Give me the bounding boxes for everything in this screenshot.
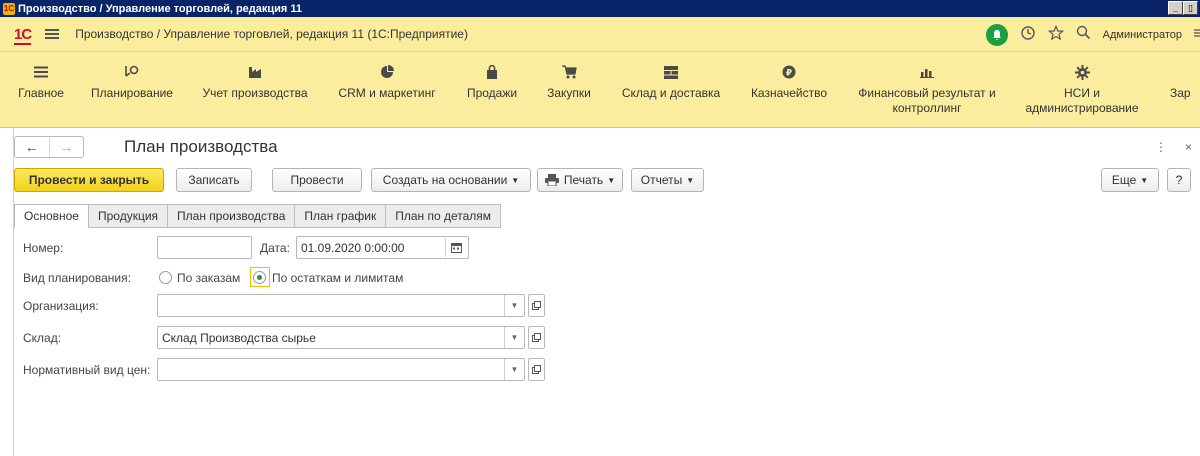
- forward-button[interactable]: →: [48, 137, 84, 157]
- window-title: Производство / Управление торговлей, ред…: [18, 2, 303, 15]
- chevron-down-icon: ▼: [607, 175, 616, 185]
- sections-panel: Главное Планирование Учет производства C…: [0, 52, 1200, 128]
- radio-by-stock-limits[interactable]: [253, 271, 266, 284]
- section-treasury[interactable]: ₽ Казначейство: [748, 62, 830, 101]
- calendar-icon[interactable]: [445, 238, 467, 257]
- section-warehouse-delivery[interactable]: Склад и доставка: [618, 62, 724, 101]
- section-production-accounting[interactable]: Учет производства: [200, 62, 310, 101]
- tab-plan-schedule[interactable]: План график: [295, 204, 387, 228]
- tab-production-plan[interactable]: План производства: [168, 204, 296, 228]
- current-user[interactable]: Администратор: [1103, 29, 1182, 41]
- print-button[interactable]: Печать ▼: [537, 168, 623, 192]
- planning-type-label: Вид планирования:: [23, 271, 131, 285]
- star-icon[interactable]: [1047, 24, 1064, 45]
- form-toolbar: Провести и закрыть Записать Провести Соз…: [14, 168, 1191, 194]
- tab-products[interactable]: Продукция: [88, 204, 169, 228]
- app-logo-icon: 1С: [3, 2, 15, 15]
- 1c-logo[interactable]: 1С: [14, 25, 32, 45]
- chevron-down-icon: ▼: [1140, 175, 1149, 185]
- section-planning[interactable]: Планирование: [90, 62, 174, 101]
- open-organization-button[interactable]: [528, 294, 545, 317]
- navigation-buttons: ← →: [14, 136, 84, 158]
- window-titlebar: 1С Производство / Управление торговлей, …: [0, 0, 1200, 17]
- section-purchases[interactable]: Закупки: [544, 62, 594, 101]
- chevron-down-icon[interactable]: ▼: [504, 327, 524, 348]
- chevron-down-icon[interactable]: ▼: [504, 295, 524, 316]
- maximize-button[interactable]: ▯: [1183, 1, 1198, 15]
- factory-icon: [200, 62, 310, 82]
- number-input[interactable]: [157, 236, 252, 259]
- chart-icon: [852, 62, 1002, 82]
- warehouse-input[interactable]: Склад Производства сырье ▼: [157, 326, 525, 349]
- help-button[interactable]: ?: [1167, 168, 1191, 192]
- radio-by-orders[interactable]: [159, 271, 172, 284]
- chevron-down-icon[interactable]: ▼: [504, 359, 524, 380]
- section-financial-result[interactable]: Финансовый результат и контроллинг: [852, 62, 1002, 116]
- section-main[interactable]: Главное: [16, 62, 66, 101]
- post-button[interactable]: Провести: [272, 168, 362, 192]
- hamburger-icon: [16, 62, 66, 82]
- open-warehouse-button[interactable]: [528, 326, 545, 349]
- section-nsi-administration[interactable]: НСИ и администрирование: [1020, 62, 1144, 116]
- create-based-on-button[interactable]: Создать на основании ▼: [371, 168, 531, 192]
- reports-button[interactable]: Отчеты ▼: [631, 168, 704, 192]
- cart-icon: [544, 62, 594, 82]
- bag-icon: [465, 62, 519, 82]
- radio-by-orders-label[interactable]: По заказам: [177, 271, 240, 285]
- document-form: ← → План производства ⋮ × Провести и зак…: [13, 128, 1200, 456]
- bell-icon[interactable]: [985, 23, 1008, 46]
- date-label: Дата:: [260, 241, 290, 255]
- settings-menu-icon[interactable]: [1194, 26, 1200, 43]
- close-icon[interactable]: ×: [1185, 140, 1192, 154]
- history-icon[interactable]: [1020, 25, 1036, 45]
- svg-text:₽: ₽: [786, 69, 792, 79]
- number-label: Номер:: [23, 241, 64, 255]
- section-sales[interactable]: Продажи: [465, 62, 519, 101]
- section-salary[interactable]: Зар: [1170, 62, 1200, 101]
- app-header: 1С Производство / Управление торговлей, …: [0, 17, 1200, 52]
- more-actions-icon[interactable]: ⋮: [1155, 140, 1167, 154]
- radio-by-stock-limits-label[interactable]: По остаткам и лимитам: [272, 271, 403, 285]
- chevron-down-icon: ▼: [686, 175, 695, 185]
- chevron-down-icon: ▼: [511, 175, 520, 185]
- save-button[interactable]: Записать: [176, 168, 252, 192]
- form-tabs: Основное Продукция План производства Пла…: [14, 204, 502, 228]
- warehouse-icon: [618, 62, 724, 82]
- printer-icon: [544, 174, 559, 186]
- minimize-button[interactable]: _: [1168, 1, 1183, 15]
- price-type-input[interactable]: ▼: [157, 358, 525, 381]
- tab-plan-by-parts[interactable]: План по деталям: [386, 204, 502, 228]
- warehouse-label: Склад:: [23, 331, 62, 345]
- price-type-label: Нормативный вид цен:: [23, 363, 151, 377]
- planning-icon: [90, 62, 174, 82]
- open-price-type-button[interactable]: [528, 358, 545, 381]
- back-button[interactable]: ←: [15, 137, 49, 157]
- more-button[interactable]: Еще ▼: [1101, 168, 1159, 192]
- app-title: Производство / Управление торговлей, ред…: [75, 27, 468, 41]
- post-and-close-button[interactable]: Провести и закрыть: [14, 168, 164, 192]
- form-title: План производства: [124, 137, 278, 156]
- section-crm-marketing[interactable]: CRM и маркетинг: [337, 62, 437, 101]
- organization-input[interactable]: ▼: [157, 294, 525, 317]
- organization-label: Организация:: [23, 299, 99, 313]
- main-menu-icon[interactable]: [45, 29, 60, 39]
- tab-main[interactable]: Основное: [14, 204, 89, 228]
- gear-icon: [1020, 62, 1144, 82]
- search-icon[interactable]: [1076, 25, 1091, 44]
- coin-icon: ₽: [748, 62, 830, 82]
- date-input[interactable]: 01.09.2020 0:00:00: [296, 236, 469, 259]
- pie-icon: [337, 62, 437, 82]
